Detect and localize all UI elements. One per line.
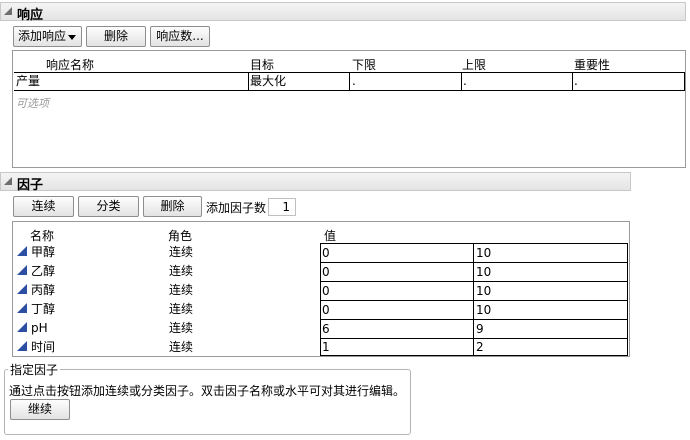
column-header-name: 名称 [30, 229, 55, 243]
column-header-role: 角色 [168, 229, 193, 243]
factor-high-value[interactable]: 10 [476, 245, 491, 262]
table-row[interactable]: 丙醇 连续 0 10 [14, 282, 628, 300]
table-row[interactable]: 丁醇 连续 0 10 [14, 301, 628, 319]
column-header-importance: 重要性 [574, 58, 611, 72]
factor-role-cell: 连续 [169, 264, 194, 278]
factor-role-cell: 连续 [169, 283, 194, 297]
add-response-button[interactable]: 添加响应 [13, 26, 82, 47]
factor-name-cell[interactable]: 丙醇 [31, 282, 55, 299]
factor-high-value[interactable]: 10 [476, 302, 491, 319]
column-header-values: 值 [324, 229, 337, 243]
add-response-label: 添加响应 [18, 29, 67, 43]
table-row[interactable]: 乙醇 连续 0 10 [14, 263, 628, 281]
factor-name-cell[interactable]: 时间 [31, 339, 55, 356]
factor-role-cell: 连续 [169, 321, 194, 335]
continuous-factor-icon [17, 322, 27, 332]
response-upper-cell[interactable]: . [463, 73, 467, 90]
delete-response-button[interactable]: 删除 [86, 26, 146, 47]
table-row[interactable]: 产量 最大化 . . . [14, 73, 684, 90]
continuous-factor-icon [17, 341, 27, 351]
response-section-title: 响应 [17, 8, 44, 23]
factor-low-value[interactable]: 0 [322, 302, 330, 319]
dropdown-arrow-icon [68, 35, 76, 40]
add-categorical-button[interactable]: 分类 [78, 196, 139, 217]
continue-button[interactable]: 继续 [10, 399, 70, 420]
continuous-factor-icon [17, 246, 27, 256]
factor-high-value[interactable]: 9 [476, 321, 484, 338]
table-row[interactable]: pH 连续 6 9 [14, 320, 628, 338]
response-name-cell[interactable]: 产量 [16, 73, 40, 90]
response-lower-cell[interactable]: . [352, 73, 356, 90]
delete-factor-button[interactable]: 删除 [143, 196, 202, 217]
factor-role-cell: 连续 [169, 340, 194, 354]
factor-name-cell[interactable]: 丁醇 [31, 301, 55, 318]
factor-role-cell: 连续 [169, 302, 194, 316]
disclosure-triangle-icon[interactable] [4, 7, 12, 15]
factor-low-value[interactable]: 6 [322, 321, 330, 338]
disclosure-triangle-icon[interactable] [4, 177, 12, 185]
factor-low-value[interactable]: 0 [322, 283, 330, 300]
factor-name-cell[interactable]: 乙醇 [31, 263, 55, 280]
response-goal-cell[interactable]: 最大化 [250, 73, 286, 90]
factor-role-cell: 连续 [169, 245, 194, 259]
factor-low-value[interactable]: 0 [322, 264, 330, 281]
response-importance-cell[interactable]: . [574, 73, 578, 90]
column-header-goal: 目标 [250, 58, 275, 72]
factor-high-value[interactable]: 10 [476, 264, 491, 281]
specify-factors-legend: 指定因子 [8, 361, 61, 378]
response-count-button[interactable]: 响应数... [150, 26, 210, 47]
add-factor-count-label: 添加因子数 [206, 201, 267, 215]
factor-low-value[interactable]: 0 [322, 245, 330, 262]
continuous-factor-icon [17, 265, 27, 275]
factor-high-value[interactable]: 10 [476, 283, 491, 300]
continuous-factor-icon [17, 284, 27, 294]
factor-name-cell[interactable]: 甲醇 [31, 244, 55, 261]
optional-hint: 可选项 [16, 97, 49, 110]
table-row[interactable]: 甲醇 连续 0 10 [14, 244, 628, 262]
factor-name-cell[interactable]: pH [31, 320, 48, 337]
factor-high-value[interactable]: 2 [476, 339, 484, 356]
add-factor-count-input[interactable]: 1 [268, 198, 296, 216]
specify-instructions: 通过点击按钮添加连续或分类因子。双击因子名称或水平可对其进行编辑。 [9, 384, 406, 398]
factors-section-header[interactable]: 因子 [0, 172, 631, 193]
add-continuous-button[interactable]: 连续 [13, 196, 74, 217]
response-col-divider [684, 72, 685, 91]
column-header-response-name: 响应名称 [46, 58, 95, 72]
column-header-lower-limit: 下限 [352, 58, 377, 72]
column-header-upper-limit: 上限 [462, 58, 487, 72]
factor-low-value[interactable]: 1 [322, 339, 330, 356]
factors-section-title: 因子 [17, 178, 44, 193]
response-section-header[interactable]: 响应 [0, 2, 686, 23]
continuous-factor-icon [17, 303, 27, 313]
table-row[interactable]: 时间 连续 1 2 [14, 339, 628, 356]
